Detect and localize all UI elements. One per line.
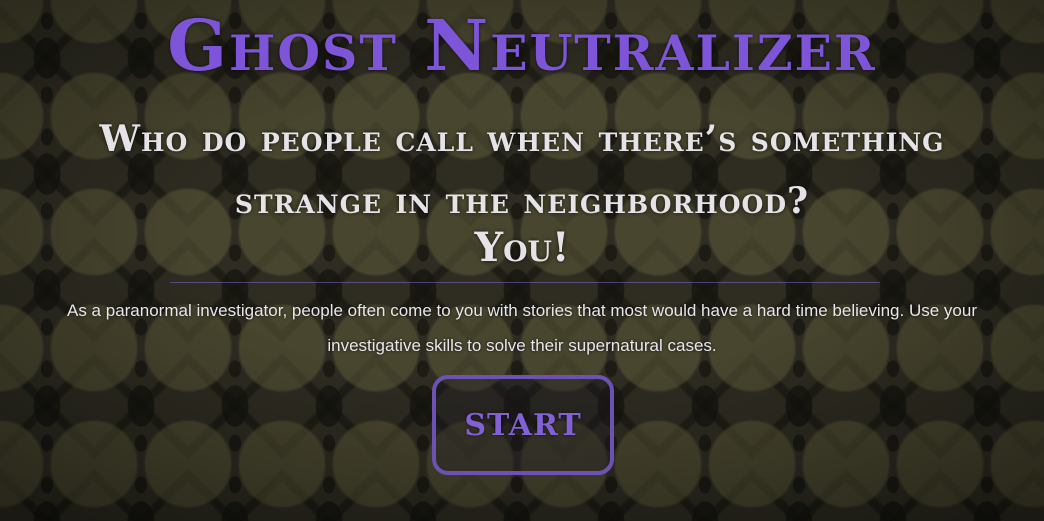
tagline-answer: You! xyxy=(474,224,570,271)
start-button-label: START xyxy=(464,407,582,443)
intro-description: As a paranormal investigator, people oft… xyxy=(67,301,977,355)
divider xyxy=(170,282,880,283)
tagline: Who do people call when there’s somethin… xyxy=(99,118,945,222)
game-title: Ghost Neutralizer xyxy=(167,4,877,87)
title-screen: Ghost Neutralizer Who do people call whe… xyxy=(0,0,1044,521)
start-button[interactable]: START xyxy=(432,375,614,475)
